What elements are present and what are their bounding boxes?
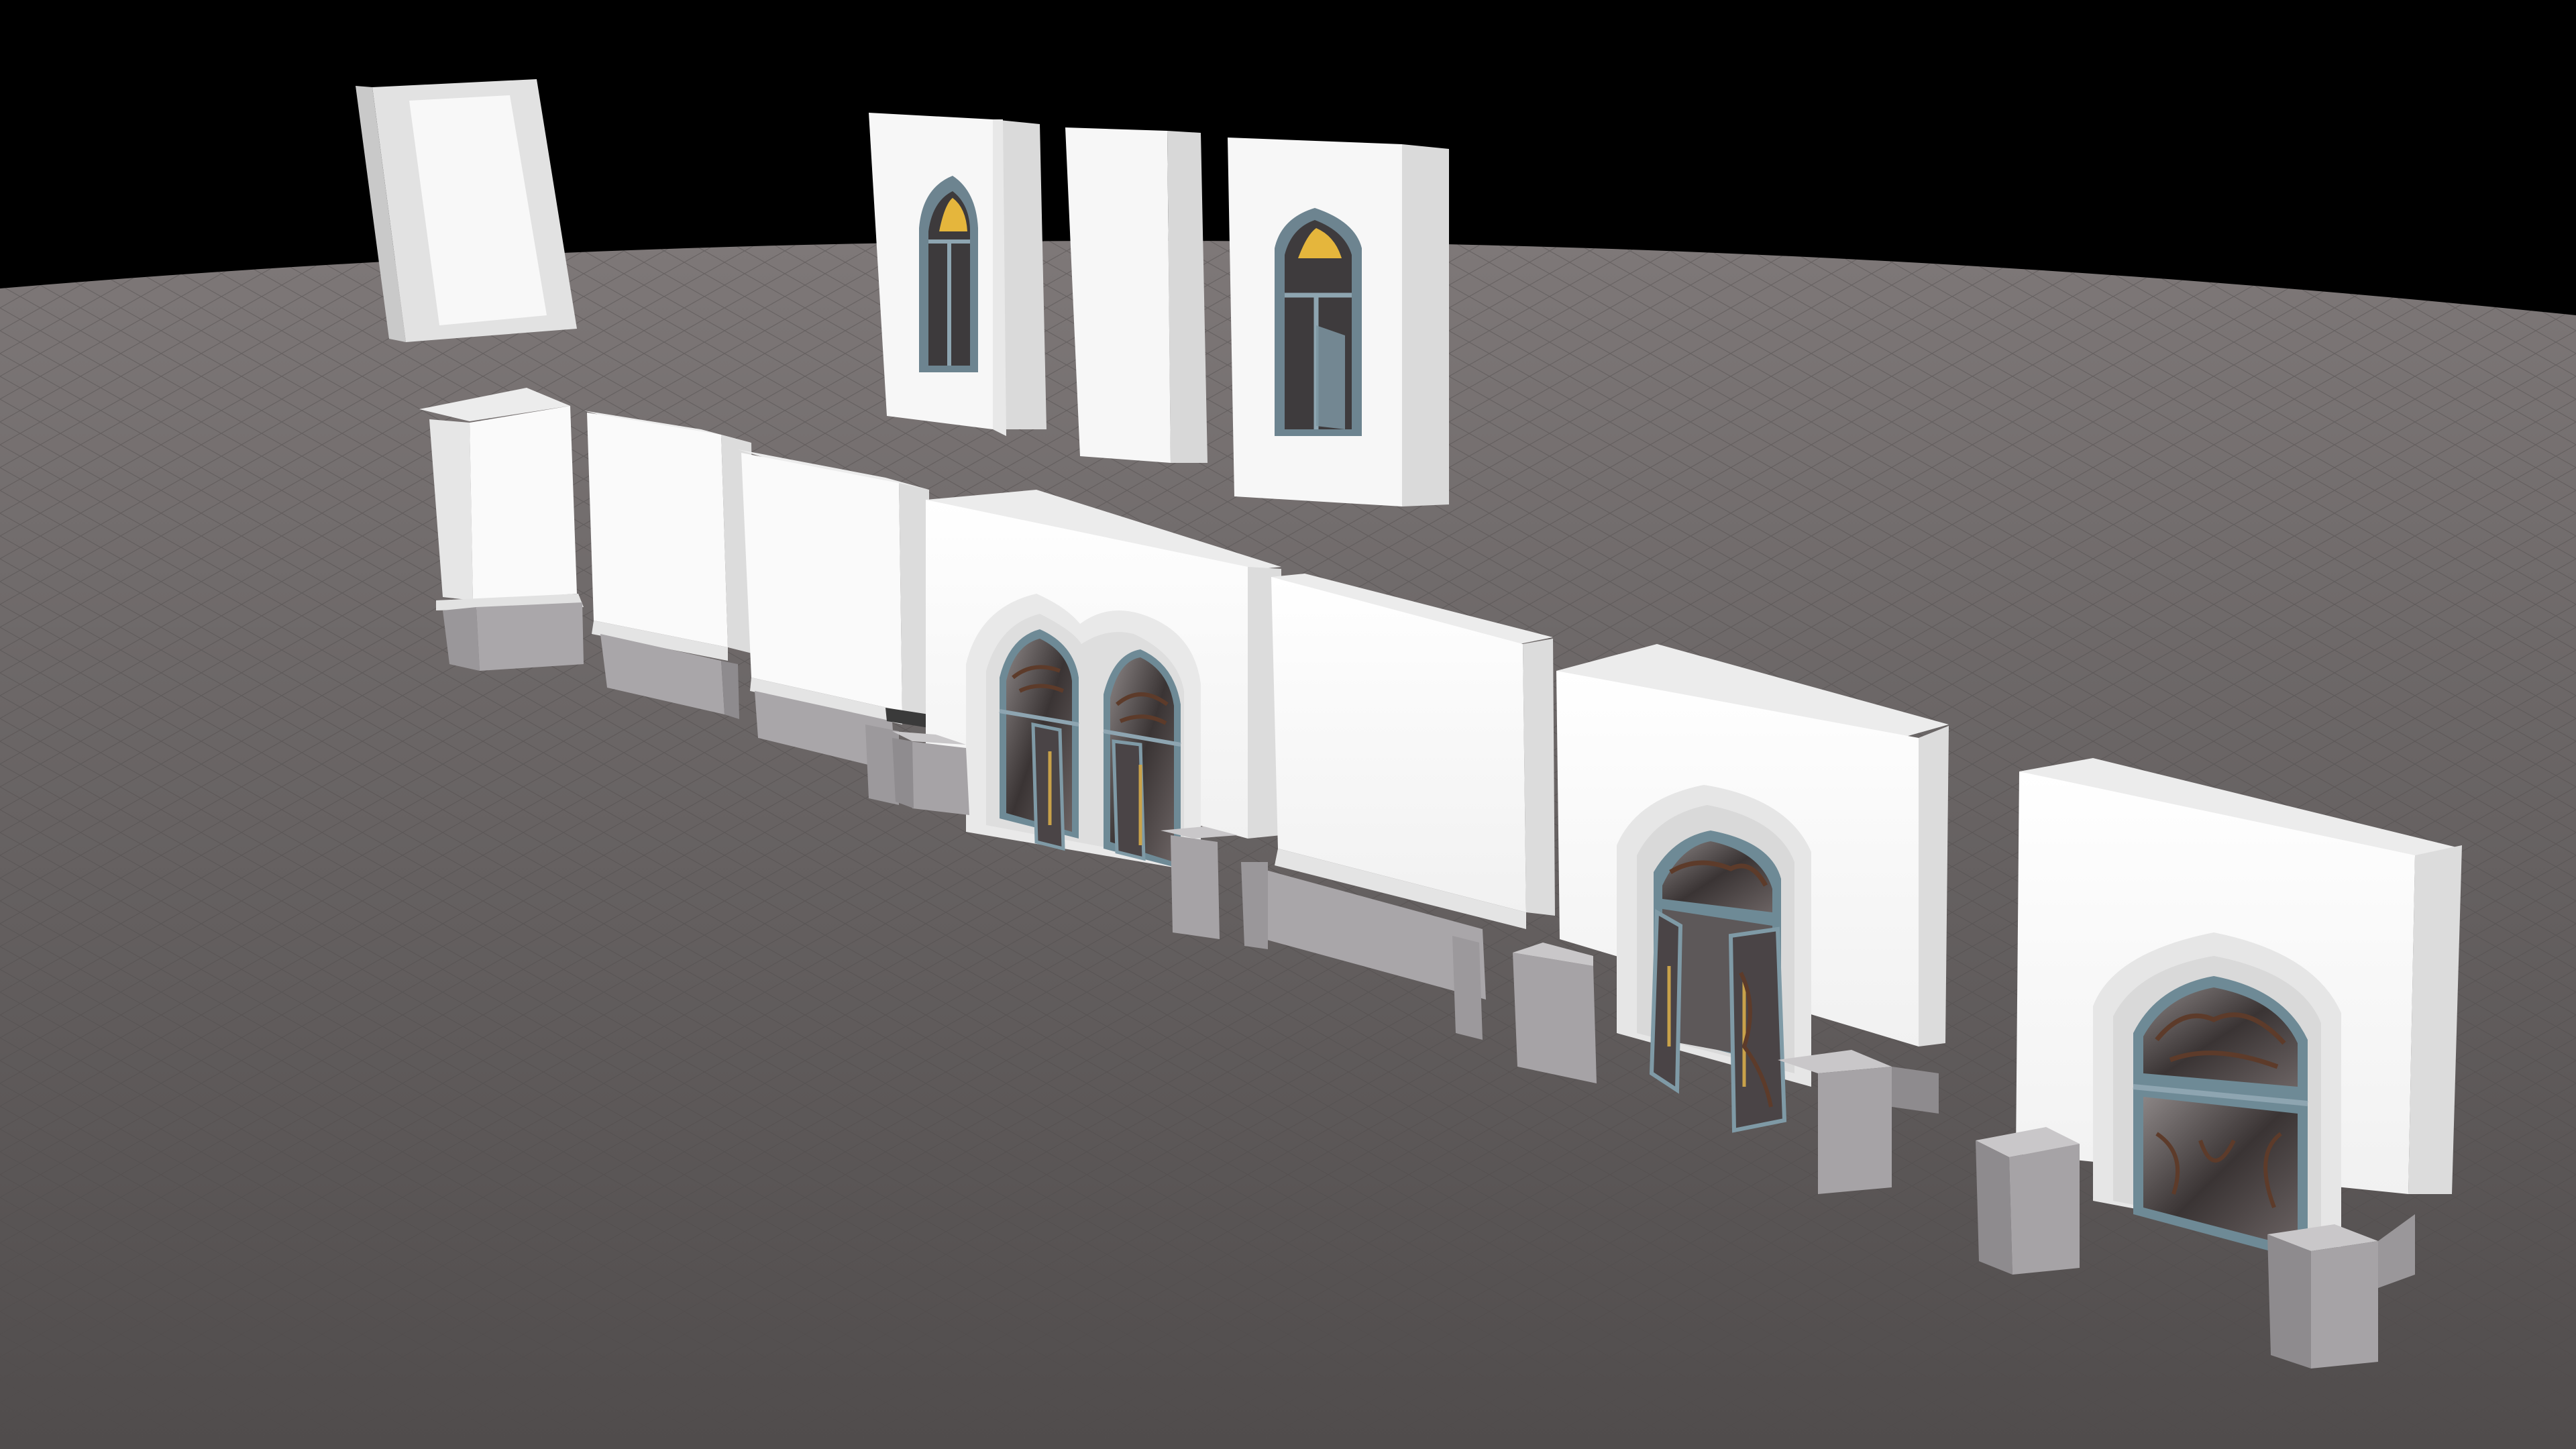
floating-window-panel-1 — [869, 113, 1046, 436]
arched-double-door-icon — [2133, 976, 2308, 1261]
arched-window-icon — [919, 176, 978, 372]
arched-window-icon — [1275, 208, 1362, 436]
floating-window-panel-2 — [1228, 138, 1449, 506]
modular-facade-render — [0, 0, 2576, 1449]
floating-wall-panel-2 — [1065, 127, 1208, 463]
wall-module-2 — [584, 411, 755, 719]
